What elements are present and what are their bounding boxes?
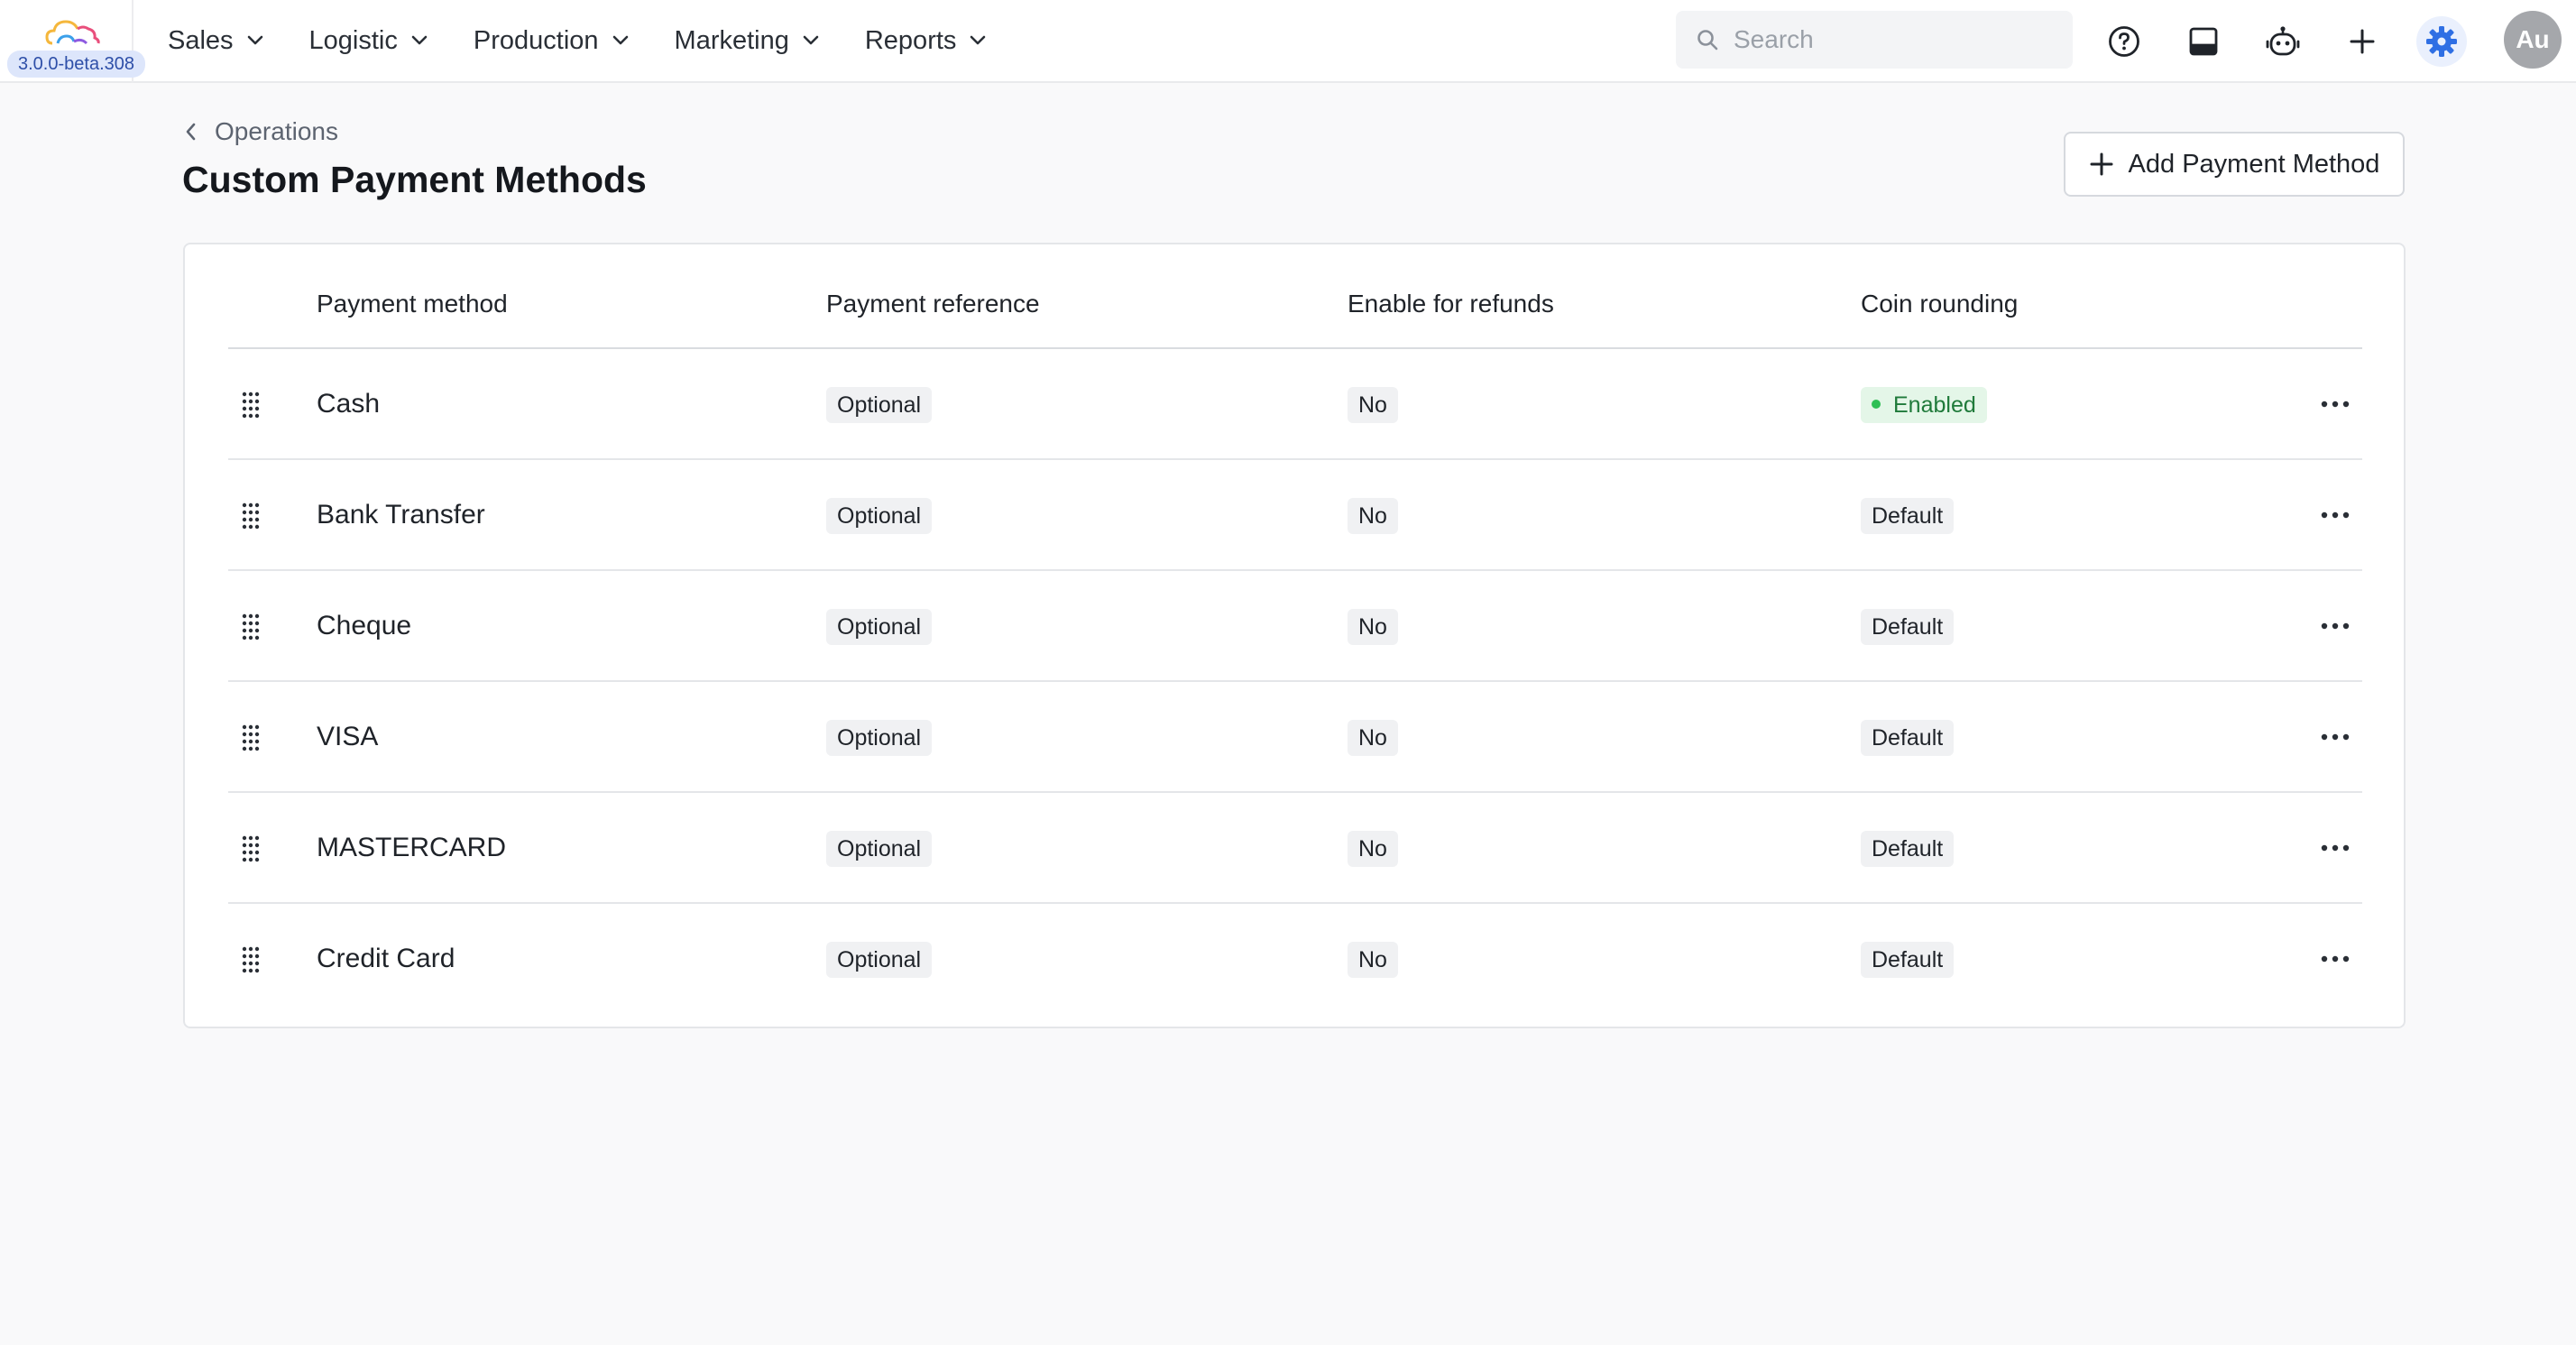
page-title: Custom Payment Methods bbox=[182, 159, 647, 200]
bot-icon bbox=[2266, 26, 2300, 56]
drag-handle-icon[interactable] bbox=[241, 392, 261, 419]
payment-reference-badge: Optional bbox=[826, 387, 933, 423]
nav-item-production[interactable]: Production bbox=[474, 0, 630, 81]
refunds-badge: No bbox=[1348, 720, 1398, 756]
coin-rounding-badge: Default bbox=[1861, 720, 1955, 756]
row-actions-button[interactable] bbox=[2312, 389, 2359, 419]
chevron-down-icon bbox=[612, 35, 628, 45]
table-header: Payment method Payment reference Enable … bbox=[228, 244, 2362, 349]
nav-item-label: Sales bbox=[168, 25, 234, 55]
chevron-down-icon bbox=[971, 35, 986, 45]
breadcrumb-label: Operations bbox=[215, 117, 338, 145]
user-avatar[interactable]: Au bbox=[2504, 11, 2562, 69]
drag-handle-icon[interactable] bbox=[241, 835, 261, 862]
breadcrumb[interactable]: Operations bbox=[184, 114, 338, 150]
nav-item-label: Reports bbox=[864, 25, 957, 55]
status-dot bbox=[1872, 400, 1881, 410]
version-badge: 3.0.0-beta.308 bbox=[7, 51, 145, 78]
drag-handle-icon[interactable] bbox=[241, 502, 261, 530]
refunds-badge: No bbox=[1348, 387, 1398, 423]
table-row[interactable]: VISA Optional No Default bbox=[228, 682, 2362, 793]
refunds-badge: No bbox=[1348, 942, 1398, 978]
column-header-enable-for-refunds: Enable for refunds bbox=[1348, 290, 1554, 318]
refunds-badge: No bbox=[1348, 609, 1398, 645]
coin-rounding-badge: Default bbox=[1861, 609, 1955, 645]
settings-button[interactable] bbox=[2416, 16, 2467, 67]
help-icon bbox=[2109, 26, 2139, 57]
cloud-logo-icon bbox=[45, 20, 100, 45]
settings-icon bbox=[2426, 26, 2457, 57]
help-button[interactable] bbox=[2099, 16, 2149, 67]
coin-rounding-badge: Default bbox=[1861, 498, 1955, 534]
search-input[interactable] bbox=[1732, 24, 2038, 55]
drag-handle-icon[interactable] bbox=[241, 613, 261, 640]
coin-rounding-badge: Default bbox=[1861, 942, 1955, 978]
payment-reference-badge: Optional bbox=[826, 942, 933, 978]
row-actions-button[interactable] bbox=[2312, 833, 2359, 863]
add-button-label: Add Payment Method bbox=[2128, 149, 2380, 179]
nav-item-label: Production bbox=[473, 25, 599, 55]
table-row[interactable]: Cash Optional No Enabled bbox=[228, 349, 2362, 460]
payment-method-name: VISA bbox=[317, 722, 379, 751]
search-box[interactable] bbox=[1676, 11, 2073, 69]
more-horizontal-icon bbox=[2321, 844, 2350, 852]
chevron-down-icon bbox=[411, 35, 428, 45]
app-logo-area[interactable]: 3.0.0-beta.308 bbox=[0, 0, 145, 83]
payment-method-name: Cheque bbox=[317, 611, 412, 640]
row-actions-button[interactable] bbox=[2312, 944, 2359, 974]
payment-reference-badge: Optional bbox=[826, 831, 933, 867]
plus-icon bbox=[2350, 29, 2375, 54]
coin-rounding-status-badge: Enabled bbox=[1861, 387, 1987, 423]
plus-icon bbox=[2090, 152, 2113, 176]
chevron-left-icon bbox=[186, 123, 196, 141]
row-actions-button[interactable] bbox=[2312, 722, 2359, 752]
coin-rounding-label: Enabled bbox=[1893, 392, 1976, 418]
nav-item-label: Marketing bbox=[674, 25, 789, 55]
nav-item-logistic[interactable]: Logistic bbox=[309, 0, 428, 81]
inbox-icon bbox=[2189, 27, 2218, 56]
nav-item-marketing[interactable]: Marketing bbox=[675, 0, 820, 81]
table-row[interactable]: Credit Card Optional No Default bbox=[228, 904, 2362, 1015]
payment-reference-badge: Optional bbox=[826, 720, 933, 756]
chevron-down-icon bbox=[803, 35, 819, 45]
search-icon bbox=[1697, 30, 1718, 51]
nav-item-sales[interactable]: Sales bbox=[168, 0, 264, 81]
payment-method-name: Credit Card bbox=[317, 944, 455, 973]
refunds-badge: No bbox=[1348, 498, 1398, 534]
column-header-payment-reference: Payment reference bbox=[826, 290, 1040, 318]
add-payment-method-button[interactable]: Add Payment Method bbox=[2064, 132, 2405, 197]
more-horizontal-icon bbox=[2321, 401, 2350, 408]
row-actions-button[interactable] bbox=[2312, 500, 2359, 530]
top-navigation-bar: 3.0.0-beta.308 Sales Logistic Production… bbox=[0, 0, 2576, 83]
payment-reference-badge: Optional bbox=[826, 609, 933, 645]
column-header-coin-rounding: Coin rounding bbox=[1861, 290, 2019, 318]
chevron-down-icon bbox=[247, 35, 262, 45]
assistant-button[interactable] bbox=[2258, 16, 2308, 67]
more-horizontal-icon bbox=[2321, 733, 2350, 741]
create-new-button[interactable] bbox=[2337, 16, 2387, 67]
column-header-payment-method: Payment method bbox=[317, 290, 508, 318]
inbox-button[interactable] bbox=[2178, 16, 2229, 67]
coin-rounding-badge: Default bbox=[1861, 831, 1955, 867]
nav-item-reports[interactable]: Reports bbox=[865, 0, 988, 81]
more-horizontal-icon bbox=[2321, 622, 2350, 630]
payment-method-name: MASTERCARD bbox=[317, 833, 507, 862]
payment-method-name: Bank Transfer bbox=[317, 500, 485, 530]
row-actions-button[interactable] bbox=[2312, 611, 2359, 641]
nav-item-label: Logistic bbox=[308, 25, 398, 55]
payment-methods-table: Payment method Payment reference Enable … bbox=[183, 243, 2406, 1028]
drag-handle-icon[interactable] bbox=[241, 946, 261, 973]
drag-handle-icon[interactable] bbox=[241, 724, 261, 751]
main-menu: Sales Logistic Production Marketing Repo… bbox=[168, 0, 1032, 81]
table-row[interactable]: Cheque Optional No Default bbox=[228, 571, 2362, 682]
payment-method-name: Cash bbox=[317, 389, 381, 419]
table-row[interactable]: MASTERCARD Optional No Default bbox=[228, 793, 2362, 904]
payment-reference-badge: Optional bbox=[826, 498, 933, 534]
more-horizontal-icon bbox=[2321, 511, 2350, 519]
table-row[interactable]: Bank Transfer Optional No Default bbox=[228, 460, 2362, 571]
refunds-badge: No bbox=[1348, 831, 1398, 867]
more-horizontal-icon bbox=[2321, 955, 2350, 963]
